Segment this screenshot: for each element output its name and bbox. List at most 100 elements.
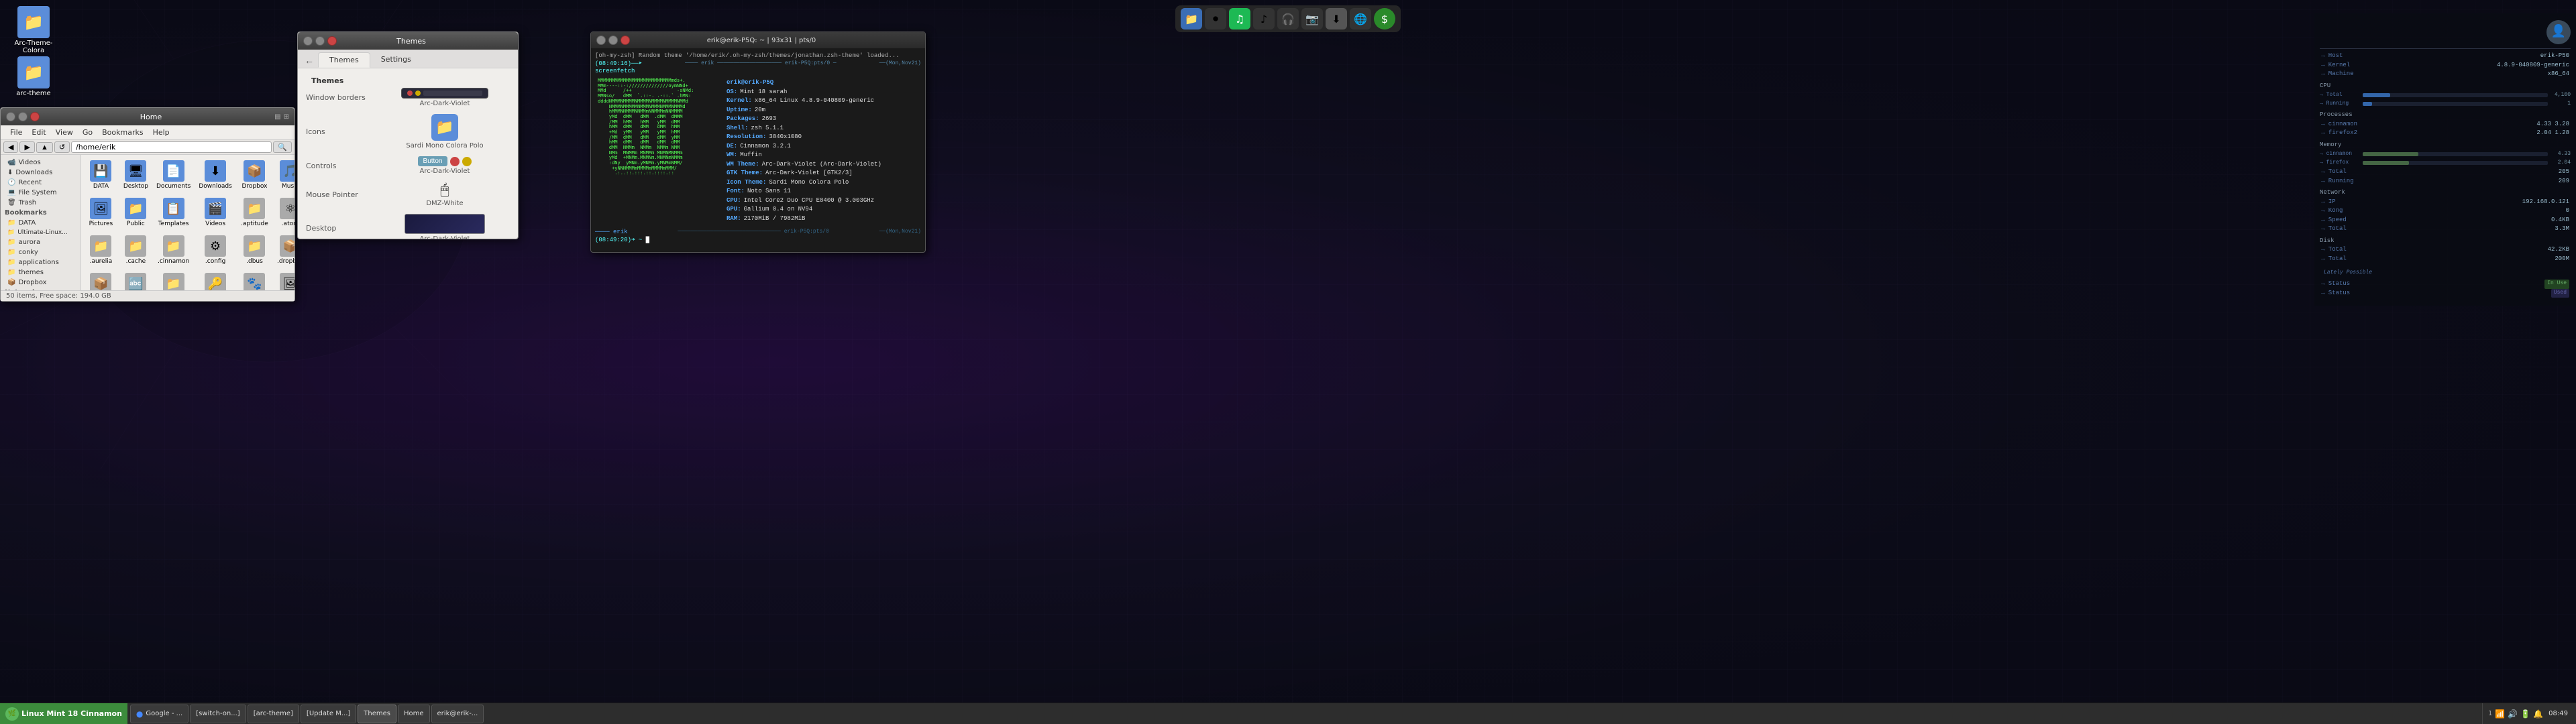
menu-bookmarks[interactable]: Bookmarks: [98, 127, 147, 138]
file-config[interactable]: ⚙.config: [196, 233, 235, 267]
taskbar-item-update[interactable]: [Update M...]: [301, 705, 356, 723]
sidebar-downloads[interactable]: ⬇ Downloads: [1, 168, 80, 178]
sidebar-ultimate-linux[interactable]: 📁 Ultimate-Linux...: [1, 228, 80, 237]
sidebar-conky[interactable]: 📁 conky: [1, 247, 80, 257]
file-dbus[interactable]: 📁.dbus: [237, 233, 272, 267]
minimize-button[interactable]: [6, 112, 15, 121]
maximize-button[interactable]: [18, 112, 28, 121]
icons-preview[interactable]: 📁 Sardi Mono Colora Polo: [380, 114, 510, 149]
file-dropbox-dist[interactable]: 📦.dropbox-dist: [84, 270, 118, 290]
globe-dock-icon[interactable]: 🌐: [1350, 8, 1371, 29]
detail-font: Font: Noto Sans 11: [727, 187, 881, 196]
refresh-button[interactable]: ↺: [54, 141, 70, 153]
systray-volume-icon[interactable]: 🔊: [2508, 709, 2518, 719]
file-cinnamon[interactable]: 📁.cinnamon: [154, 233, 193, 267]
systray-battery-icon[interactable]: 🔋: [2520, 709, 2530, 719]
file-dropbox[interactable]: 📦Dropbox: [237, 158, 272, 192]
sidebar-trash[interactable]: 🗑 Trash: [1, 198, 80, 208]
desktop-theme-preview[interactable]: Arc-Dark-Violet: [380, 214, 510, 239]
user-avatar-icon: 👤: [2546, 20, 2571, 44]
taskbar-item-switch[interactable]: [switch-on...]: [190, 705, 246, 723]
download-dock-icon[interactable]: ⬇: [1326, 8, 1347, 29]
taskbar-item-home[interactable]: Home: [398, 705, 430, 723]
close-button[interactable]: [30, 112, 40, 121]
address-bar[interactable]: /home/erik: [71, 141, 272, 153]
folder-dock-icon[interactable]: 📁: [1181, 8, 1202, 29]
sidebar-recent[interactable]: 🕐 Recent: [1, 178, 80, 188]
detail-resolution: Resolution: 3840x1080: [727, 133, 881, 142]
conky-updates-label: Lately Possible: [2320, 266, 2571, 280]
file-gnome2[interactable]: 🐾.gnome2-: [237, 270, 272, 290]
terminal-body[interactable]: [oh-my-zsh] Random theme '/home/erik/.oh…: [591, 48, 925, 252]
file-dropbox2[interactable]: 📦.dropbox: [274, 233, 294, 267]
file-fonts[interactable]: 🔤.fonts: [121, 270, 151, 290]
tab-settings[interactable]: Settings: [370, 52, 422, 68]
desktop-icon-arc-theme-colora[interactable]: 📁 Arc-Theme-Colora: [7, 3, 60, 57]
taskbar-item-themes[interactable]: Themes: [358, 705, 396, 723]
sidebar-data[interactable]: 📁 DATA: [1, 218, 80, 228]
search-button[interactable]: 🔍: [273, 141, 292, 153]
controls-preview[interactable]: Button Arc-Dark-Violet: [380, 156, 510, 175]
systray-notifications-icon[interactable]: 🔔: [2533, 709, 2543, 719]
dollar-dock-icon[interactable]: $: [1374, 8, 1395, 29]
file-git-credentials[interactable]: 🔑.git-credentials: [196, 270, 235, 290]
list-view-icon[interactable]: ▤: [274, 113, 280, 121]
menu-file[interactable]: File: [6, 127, 26, 138]
spotify-dock-icon[interactable]: ♫: [1229, 8, 1250, 29]
taskbar-item-terminal[interactable]: erik@erik-...: [431, 705, 484, 723]
file-aconf[interactable]: 📁.aconf: [154, 270, 193, 290]
mouse-pointer-preview[interactable]: 🖱 DMZ-White: [380, 182, 510, 207]
menu-edit[interactable]: Edit: [28, 127, 50, 138]
file-atom[interactable]: ⚛.atom: [274, 195, 294, 230]
theme-row-icons: Icons 📁 Sardi Mono Colora Polo: [306, 114, 510, 149]
file-music[interactable]: 🎵Music: [274, 158, 294, 192]
sidebar-videos[interactable]: 📹 Videos: [1, 158, 80, 168]
terminal-close-btn[interactable]: [621, 36, 630, 45]
file-desktop[interactable]: 🖥Desktop: [121, 158, 151, 192]
taskbar-start-button[interactable]: 🌿 Linux Mint 18 Cinnamon: [0, 703, 127, 724]
menu-go[interactable]: Go: [78, 127, 97, 138]
headphone-dock-icon[interactable]: 🎧: [1277, 8, 1299, 29]
terminal-maximize-btn[interactable]: [608, 36, 618, 45]
music2-dock-icon[interactable]: ♪: [1253, 8, 1275, 29]
file-downloads[interactable]: ⬇Downloads: [196, 158, 235, 192]
grid-view-icon[interactable]: ⊞: [284, 113, 289, 121]
themes-maximize-btn[interactable]: [315, 36, 325, 46]
themes-minimize-btn[interactable]: [303, 36, 313, 46]
sidebar-aurora[interactable]: 📁 aurora: [1, 237, 80, 247]
file-data[interactable]: 💾DATA: [84, 158, 118, 192]
file-templates[interactable]: 📋Templates: [154, 195, 193, 230]
file-pictures[interactable]: 🖼Pictures: [84, 195, 118, 230]
detail-gtk-theme: GTK Theme: Arc-Dark-Violet [GTK2/3]: [727, 169, 881, 178]
file-icons[interactable]: 🖼.icons: [274, 270, 294, 290]
themes-close-btn[interactable]: [327, 36, 337, 46]
systray-network-icon[interactable]: 📶: [2495, 709, 2505, 719]
file-videos[interactable]: 🎬Videos: [196, 195, 235, 230]
themes-back-btn[interactable]: ←: [301, 52, 318, 68]
menu-view[interactable]: View: [52, 127, 77, 138]
file-aurelia[interactable]: 📁.aurelia: [84, 233, 118, 267]
media-dock-icon[interactable]: ⏺: [1205, 8, 1226, 29]
desktop-icon-arc-theme[interactable]: 📁 arc-theme: [7, 54, 60, 100]
themes-window-controls: [303, 36, 337, 46]
sidebar-applications[interactable]: 📁 applications: [1, 257, 80, 267]
file-cache[interactable]: 📁.cache: [121, 233, 151, 267]
window-borders-preview[interactable]: Arc-Dark-Violet: [380, 88, 510, 107]
terminal-minimize-btn[interactable]: [596, 36, 606, 45]
tab-themes[interactable]: Themes: [318, 52, 370, 68]
sidebar-dropbox[interactable]: 📦 Dropbox: [1, 278, 80, 288]
file-aptitude[interactable]: 📁.aptitude: [237, 195, 272, 230]
sidebar-themes[interactable]: 📁 themes: [1, 267, 80, 278]
forward-button[interactable]: ▶: [19, 141, 34, 153]
statusbar-text: 50 items, Free space: 194.0 GB: [6, 292, 111, 300]
taskbar-item-arc-theme[interactable]: [arc-theme]: [248, 705, 299, 723]
taskbar-item-google[interactable]: ● Google - ...: [130, 705, 189, 723]
menu-help[interactable]: Help: [149, 127, 174, 138]
file-public[interactable]: 📁Public: [121, 195, 151, 230]
sidebar-filesystem[interactable]: 💻 File System: [1, 188, 80, 198]
camera-dock-icon[interactable]: 📷: [1301, 8, 1323, 29]
up-button[interactable]: ▲: [36, 142, 53, 153]
preview-button[interactable]: Button: [418, 156, 448, 166]
file-documents[interactable]: 📄Documents: [154, 158, 193, 192]
back-button[interactable]: ◀: [3, 141, 18, 153]
